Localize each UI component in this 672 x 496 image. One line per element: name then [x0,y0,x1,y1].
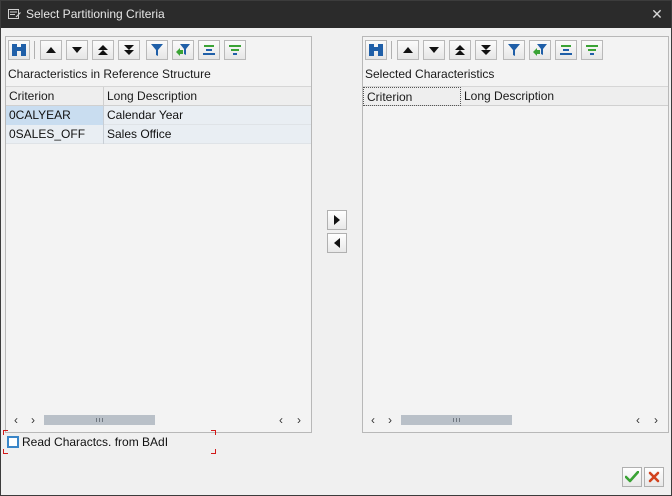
scroll-left-icon[interactable]: ‹ [274,413,288,427]
left-toolbar [6,37,311,63]
right-toolbar [363,37,668,63]
move-down-icon[interactable] [423,40,445,60]
move-up-icon[interactable] [397,40,419,60]
required-marker [211,430,216,435]
move-down-icon[interactable] [66,40,88,60]
required-marker [211,449,216,454]
arrow-left-icon [334,238,340,248]
grid-header: Criterion Long Description [6,87,311,106]
required-marker [3,449,8,454]
scroll-right-icon[interactable]: › [26,413,40,427]
scroll-right-icon[interactable]: › [383,413,397,427]
table-row[interactable]: 0SALES_OFF Sales Office [6,125,311,144]
scroll-left-icon[interactable]: ‹ [9,413,23,427]
cancel-x-icon [648,471,660,483]
sort-ascending-icon[interactable] [198,40,220,60]
description-cell[interactable]: Sales Office [104,125,311,144]
find-icon[interactable] [365,40,387,60]
move-right-button[interactable] [327,210,347,230]
scroll-left-icon[interactable]: ‹ [366,413,380,427]
left-horizontal-scrollbar[interactable]: ‹ › ‹ › [6,408,311,432]
arrow-right-icon [334,215,340,225]
grid-header: Criterion Long Description [363,87,668,106]
sort-descending-icon[interactable] [224,40,246,60]
sort-ascending-icon[interactable] [555,40,577,60]
delete-filter-icon[interactable] [529,40,551,60]
column-header-criterion[interactable]: Criterion [363,87,461,106]
move-bottom-icon[interactable] [475,40,497,60]
move-top-icon[interactable] [449,40,471,60]
right-horizontal-scrollbar[interactable]: ‹ › ‹ › [363,408,668,432]
read-badi-checkbox[interactable] [7,436,19,448]
description-cell[interactable]: Calendar Year [104,106,311,125]
column-header-criterion[interactable]: Criterion [6,87,104,106]
required-marker [3,430,8,435]
window-title: Select Partitioning Criteria [26,7,165,21]
read-badi-label[interactable]: Read Charactcs. from BAdI [22,435,168,449]
scroll-thumb[interactable] [401,415,512,425]
checkmark-icon [625,471,639,483]
column-header-long-description[interactable]: Long Description [461,87,668,106]
column-header-long-description[interactable]: Long Description [104,87,311,106]
scroll-right-icon[interactable]: › [649,413,663,427]
cancel-button[interactable] [644,467,664,487]
read-badi-option[interactable]: Read Charactcs. from BAdI [3,430,216,454]
toolbar-separator [34,41,35,59]
scroll-right-icon[interactable]: › [292,413,306,427]
grip-icon [96,418,103,422]
filter-icon[interactable] [146,40,168,60]
scroll-left-icon[interactable]: ‹ [631,413,645,427]
right-grid: Criterion Long Description [363,86,668,408]
move-left-button[interactable] [327,233,347,253]
close-icon[interactable]: ✕ [649,6,665,22]
dialog-window: Select Partitioning Criteria ✕ Character… [0,0,672,496]
toolbar-separator [391,41,392,59]
grip-icon [453,418,460,422]
sort-descending-icon[interactable] [581,40,603,60]
ok-button[interactable] [622,467,642,487]
dialog-icon [8,9,21,19]
criterion-cell[interactable]: 0SALES_OFF [6,125,104,144]
right-panel: Selected Characteristics Criterion Long … [362,36,669,433]
table-row[interactable]: 0CALYEAR Calendar Year [6,106,311,125]
dialog-content: Characteristics in Reference Structure C… [1,28,671,495]
right-panel-title: Selected Characteristics [365,67,495,81]
delete-filter-icon[interactable] [172,40,194,60]
left-grid: Criterion Long Description 0CALYEAR Cale… [6,86,311,408]
filter-icon[interactable] [503,40,525,60]
scroll-thumb[interactable] [44,415,155,425]
title-bar: Select Partitioning Criteria ✕ [1,1,671,28]
move-top-icon[interactable] [92,40,114,60]
find-icon[interactable] [8,40,30,60]
left-panel-title: Characteristics in Reference Structure [8,67,211,81]
criterion-cell[interactable]: 0CALYEAR [6,106,104,125]
left-panel: Characteristics in Reference Structure C… [5,36,312,433]
move-bottom-icon[interactable] [118,40,140,60]
move-up-icon[interactable] [40,40,62,60]
